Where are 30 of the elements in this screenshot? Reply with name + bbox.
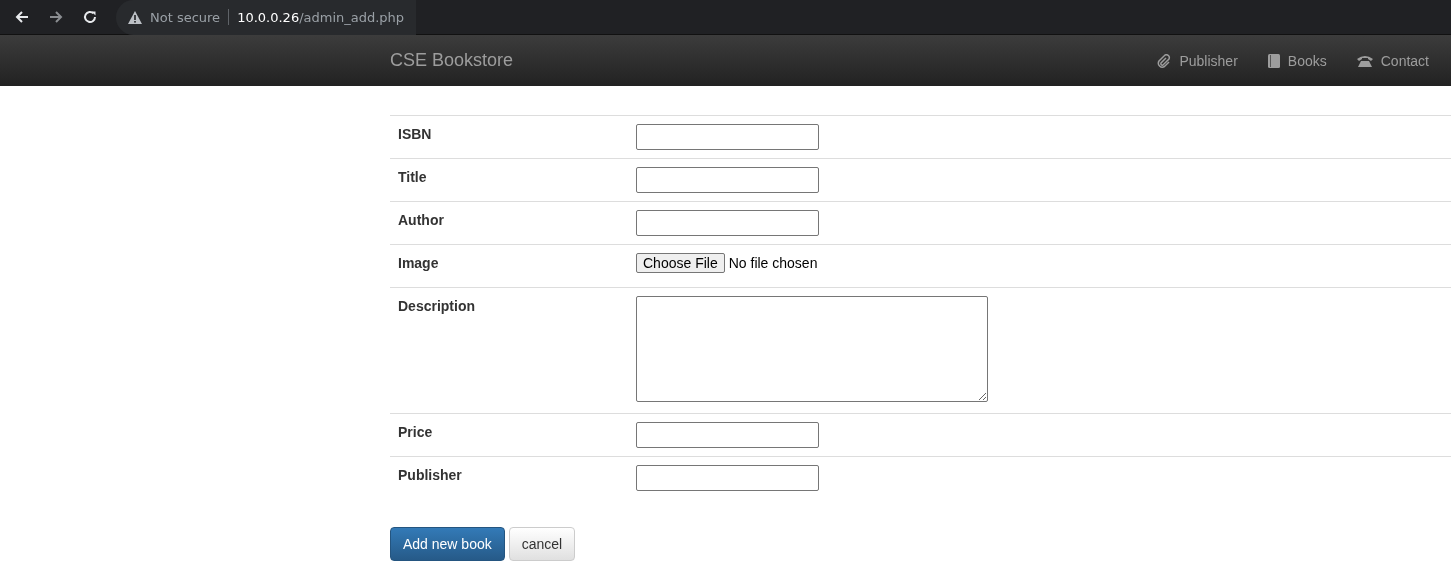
brand-link[interactable]: CSE Bookstore — [390, 50, 514, 71]
input-field[interactable] — [636, 167, 819, 193]
field-label: Publisher — [397, 466, 463, 485]
warning-icon — [128, 10, 142, 24]
input-field[interactable] — [636, 210, 819, 236]
field-label: Author — [397, 211, 445, 230]
phone-icon — [1356, 54, 1373, 67]
textarea-field[interactable] — [636, 296, 988, 402]
nav-link[interactable]: Contact — [1356, 52, 1429, 69]
file-status: No file chosen — [728, 255, 818, 271]
forward-icon[interactable] — [48, 9, 64, 25]
choose-file-button[interactable]: Choose File — [636, 253, 725, 273]
paperclip-icon — [1157, 53, 1172, 68]
input-field[interactable] — [636, 422, 819, 448]
field-label: ISBN — [397, 125, 433, 144]
nav-link[interactable]: Books — [1267, 52, 1327, 69]
field-label: Description — [397, 297, 476, 316]
input-field[interactable] — [636, 124, 819, 150]
field-label: Title — [397, 168, 428, 187]
url-text[interactable]: 10.0.0.26/admin_add.php — [237, 9, 405, 25]
nav-link[interactable]: Publisher — [1157, 52, 1238, 69]
add-book-button[interactable]: Add new book — [390, 527, 505, 561]
back-icon[interactable] — [14, 9, 30, 25]
input-field[interactable] — [636, 465, 819, 491]
reload-icon[interactable] — [82, 9, 98, 25]
cancel-button[interactable]: cancel — [508, 527, 576, 561]
field-label: Image — [397, 254, 440, 273]
field-label: Price — [397, 423, 434, 442]
security-label: Not secure — [150, 9, 221, 25]
book-icon — [1267, 53, 1280, 68]
